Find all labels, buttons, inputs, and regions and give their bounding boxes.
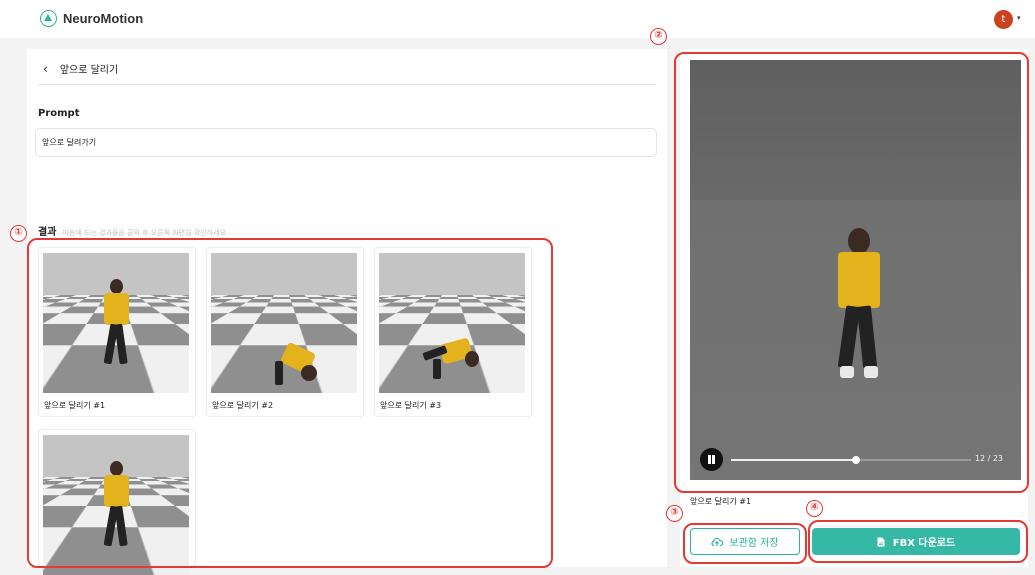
results-label: 결과 — [38, 227, 57, 238]
prompt-label: Prompt — [38, 108, 80, 119]
playback-controls: 12 / 23 — [690, 444, 1021, 480]
result-card-label: 앞으로 달리기 #2 — [212, 401, 274, 410]
annotation-badge-2: ② — [650, 28, 667, 45]
brand-name: NeuroMotion — [63, 11, 144, 26]
file-icon — [877, 537, 885, 546]
annotation-badge-3: ③ — [666, 505, 683, 522]
frame-counter: 12 / 23 — [974, 454, 1003, 463]
result-card[interactable]: 앞으로 달리기 #1 — [38, 247, 196, 417]
selected-result-title: 앞으로 달리기 #1 — [690, 497, 752, 506]
result-thumbnail — [379, 253, 525, 393]
prompt-input[interactable] — [35, 128, 657, 157]
character-model — [830, 228, 890, 388]
seek-handle[interactable] — [851, 456, 860, 464]
pause-button[interactable] — [700, 448, 723, 471]
result-thumbnail — [211, 253, 357, 393]
fbx-button-label: FBX 다운로드 — [892, 538, 956, 549]
annotation-badge-1: ① — [10, 225, 27, 242]
save-button-label: 보관함 저장 — [729, 538, 779, 549]
fbx-download-button[interactable]: FBX 다운로드 — [812, 528, 1020, 555]
logo-icon — [40, 10, 57, 27]
annotation-badge-4: ④ — [806, 500, 823, 517]
result-card-label: 앞으로 달리기 #1 — [44, 401, 106, 410]
seek-progress — [731, 459, 856, 461]
user-menu-caret-icon[interactable]: ▾ — [1017, 14, 1021, 22]
generation-panel: ‹ 앞으로 달리기 Prompt 결과 마음에 드는 결과물을 클릭 후 오른쪽… — [27, 49, 667, 575]
page-title: 앞으로 달리기 — [59, 65, 119, 76]
back-chevron-icon[interactable]: ‹ — [43, 62, 48, 76]
result-card[interactable] — [38, 429, 196, 575]
motion-viewer[interactable]: 12 / 23 — [690, 60, 1021, 480]
top-bar: NeuroMotion t ▾ — [0, 0, 1035, 38]
viewer-background — [690, 60, 1021, 200]
results-header: 결과 마음에 드는 결과물을 클릭 후 오른쪽 화면을 확인하세요 — [38, 223, 226, 238]
results-hint: 마음에 드는 결과물을 클릭 후 오른쪽 화면을 확인하세요 — [62, 229, 227, 237]
result-card[interactable]: 앞으로 달리기 #2 — [206, 247, 364, 417]
cloud-upload-icon — [711, 537, 724, 546]
result-thumbnail — [43, 253, 189, 393]
user-avatar[interactable]: t — [994, 10, 1013, 29]
save-to-library-button[interactable]: 보관함 저장 — [690, 528, 800, 555]
result-card[interactable]: 앞으로 달리기 #3 — [374, 247, 532, 417]
result-thumbnail — [43, 435, 189, 575]
result-card-label: 앞으로 달리기 #3 — [380, 401, 442, 410]
seek-slider[interactable] — [731, 456, 971, 464]
preview-panel: 12 / 23 앞으로 달리기 #1 보관함 저장 FBX 다운로드 — [680, 49, 1028, 567]
divider — [38, 84, 656, 85]
brand-logo[interactable]: NeuroMotion — [40, 10, 143, 27]
breadcrumb: ‹ 앞으로 달리기 — [43, 61, 119, 77]
